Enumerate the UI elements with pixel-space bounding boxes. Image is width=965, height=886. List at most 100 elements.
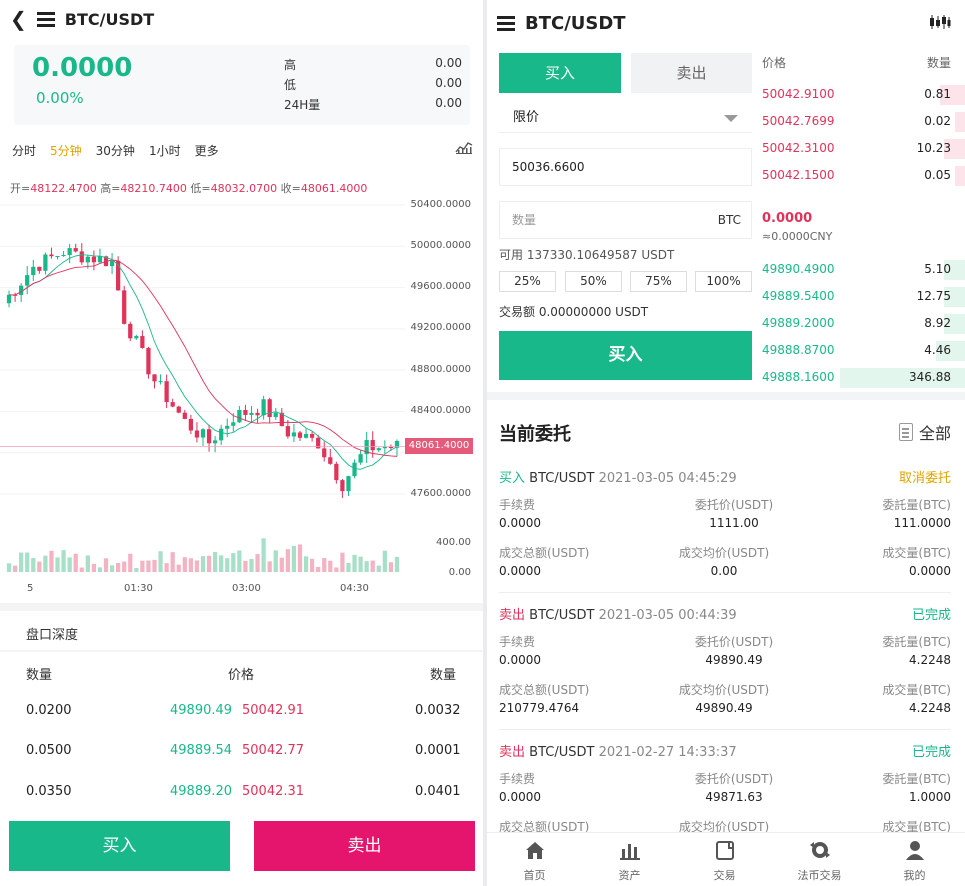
bid-price: 49888.8700 [762, 343, 835, 357]
tab-sell[interactable]: 卖出 [631, 53, 752, 93]
order-filled-label: 成交量(BTC) [882, 546, 951, 560]
indicator-icon[interactable] [455, 140, 473, 154]
candle-body [346, 476, 351, 492]
nav-home[interactable]: 首页 [487, 833, 582, 883]
bid-row[interactable]: 49888.1600 346.88 [757, 368, 965, 388]
bid-price: 49890.4900 [762, 262, 835, 276]
candlestick-icon[interactable] [929, 14, 951, 30]
volume-bar [49, 550, 54, 572]
y-tick-label: 48400.0000 [410, 405, 471, 416]
bid-row[interactable]: 49888.8700 4.46 [757, 341, 965, 361]
candle-body [91, 256, 97, 263]
candle-body [376, 448, 381, 451]
price-input[interactable]: 50036.6600 [499, 148, 752, 186]
x-tick-label: 04:30 [340, 583, 369, 594]
bid-row[interactable]: 49889.5400 12.75 [757, 287, 965, 307]
divider [499, 729, 951, 730]
x-tick-label: 5 [27, 583, 34, 594]
volume-bar [152, 559, 157, 572]
chart-panel: ❮ BTC/USDT 0.0000 0.00% 高 0.00 低 0.00 24… [0, 0, 483, 886]
candle-body [340, 480, 345, 492]
close-label: 收= [280, 182, 301, 195]
volume-bar [146, 560, 151, 572]
tab-1hour[interactable]: 1小时 [149, 142, 181, 159]
candle-body [97, 256, 103, 263]
volume-bar [170, 552, 175, 572]
sell-qty: 0.0032 [415, 703, 461, 718]
sell-price: 50042.77 [242, 743, 305, 758]
tab-buy[interactable]: 买入 [499, 53, 621, 93]
all-orders-button[interactable]: 全部 [898, 420, 951, 444]
candlestick-chart[interactable] [0, 195, 483, 595]
percent-50-button[interactable]: 50% [565, 271, 622, 292]
candle-body [316, 437, 321, 449]
y-tick-label: 50400.0000 [410, 199, 471, 210]
volume-bar [37, 561, 42, 572]
sell-price: 50042.91 [242, 703, 305, 718]
chevron-down-icon [724, 115, 738, 122]
volume-bar [328, 560, 333, 572]
menu-icon[interactable] [497, 16, 515, 31]
y-tick-label: 47600.0000 [410, 488, 471, 499]
order-type-select[interactable]: 限价 [499, 103, 752, 133]
volume-bar [255, 554, 260, 572]
volume-bar [370, 560, 375, 572]
volume-bar [316, 566, 321, 572]
candle-body [176, 406, 181, 413]
bid-row[interactable]: 49889.2000 8.92 [757, 314, 965, 334]
candle-body [231, 422, 236, 426]
order-qty-value: 1.0000 [909, 790, 951, 804]
ohlc-readout: 开=48122.4700 高=48210.7400 低=48032.0700 收… [10, 180, 367, 196]
divider [0, 650, 483, 652]
quantity-input[interactable]: 数量 BTC [499, 201, 752, 239]
submit-buy-button[interactable]: 买入 [499, 331, 752, 380]
sell-button[interactable]: 卖出 [254, 821, 475, 871]
percent-75-button[interactable]: 75% [630, 271, 687, 292]
candle-body [206, 429, 212, 444]
nav-trade[interactable]: 交易 [677, 833, 772, 883]
user-icon [905, 841, 924, 860]
ask-qty: 10.23 [916, 141, 951, 155]
document-icon [898, 423, 913, 441]
tab-timeline[interactable]: 分时 [12, 142, 36, 159]
ask-price: 50042.3100 [762, 141, 835, 155]
order-status[interactable]: 取消委托 [899, 467, 951, 486]
depth-row: 0.0200 49890.49 50042.91 0.0032 [0, 703, 483, 733]
buy-button[interactable]: 买入 [9, 821, 230, 871]
bid-row[interactable]: 49890.4900 5.10 [757, 260, 965, 280]
back-icon[interactable]: ❮ [10, 9, 27, 29]
nav-profile[interactable]: 我的 [867, 833, 962, 883]
tab-5min[interactable]: 5分钟 [50, 142, 82, 159]
ask-price: 50042.1500 [762, 168, 835, 182]
order-avg-label: 成交均价(USDT) [678, 683, 770, 697]
percent-100-button[interactable]: 100% [695, 271, 752, 292]
stat-low: 低 0.00 [284, 76, 462, 93]
ask-row[interactable]: 50042.1500 0.05 [757, 166, 965, 186]
candle-body [43, 254, 48, 271]
nav-assets[interactable]: 资产 [582, 833, 677, 883]
candle-body [255, 412, 260, 416]
stat-value: 0.00 [435, 96, 462, 110]
ask-row[interactable]: 50042.7699 0.02 [757, 112, 965, 132]
percent-25-button[interactable]: 25% [499, 271, 556, 292]
depth-header-sell-qty: 数量 [430, 668, 457, 683]
ask-qty: 0.05 [924, 168, 951, 182]
volume-bar [25, 552, 30, 572]
order-qty-label: 委託量(BTC) [882, 498, 951, 512]
menu-icon[interactable] [36, 12, 55, 27]
ask-row[interactable]: 50042.3100 10.23 [757, 139, 965, 159]
nav-fiat[interactable]: 法币交易 [772, 833, 867, 883]
volume-bar [225, 558, 230, 572]
candle-body [382, 447, 387, 449]
candle-body [328, 457, 333, 464]
volume-bar [79, 567, 84, 572]
candle-body [249, 412, 254, 415]
volume-bar [243, 560, 248, 572]
candle-body [164, 381, 169, 403]
tab-30min[interactable]: 30分钟 [96, 142, 135, 159]
ask-row[interactable]: 50042.9100 0.81 [757, 85, 965, 105]
order-time: 2021-03-05 00:44:39 [598, 608, 737, 623]
buy-price: 49890.49 [170, 703, 233, 718]
tab-more[interactable]: 更多 [195, 142, 219, 159]
order-qty-value: 4.2248 [909, 653, 951, 667]
